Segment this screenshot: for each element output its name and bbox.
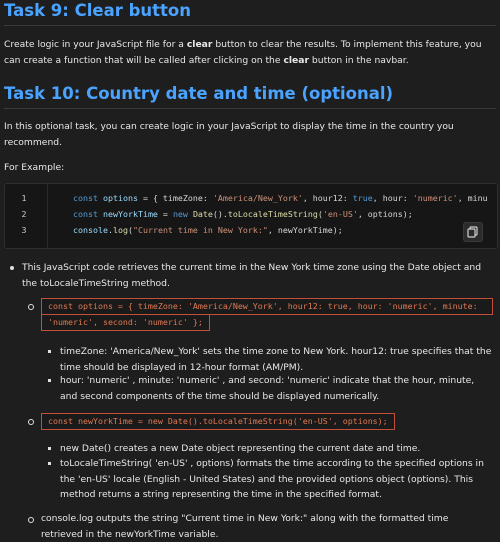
bullet-square bbox=[48, 462, 51, 465]
inline-code-options: const options = { timeZone: 'America/New… bbox=[41, 298, 493, 315]
explain-tolocale: toLocaleTimeString( 'en-US' , options) f… bbox=[60, 458, 484, 500]
bullet-square bbox=[48, 350, 51, 353]
explain-new-date: new Date() creates a new Date object rep… bbox=[60, 443, 421, 454]
bullet-square bbox=[48, 379, 51, 382]
explain-timezone: timeZone: 'America/New_York' sets the ti… bbox=[60, 346, 492, 373]
line-number: 3 bbox=[21, 225, 27, 235]
page: Task 9: Clear button Create logic in you… bbox=[0, 0, 500, 540]
clear-keyword: clear bbox=[283, 54, 310, 66]
bullet-ring bbox=[28, 419, 34, 425]
bullet-square bbox=[48, 447, 51, 450]
line-number: 1 bbox=[21, 193, 27, 203]
desc-text: Create logic in your JavaScript file for… bbox=[4, 39, 187, 50]
line-number: 2 bbox=[21, 209, 27, 219]
code-block: 1 2 3 const options = { timeZone: 'Ameri… bbox=[4, 183, 498, 249]
copy-icon bbox=[467, 226, 478, 238]
example-label: For Example: bbox=[4, 162, 65, 173]
copy-button[interactable] bbox=[463, 222, 483, 242]
bullet-ring bbox=[28, 304, 34, 310]
explain-hour: hour: 'numeric' , minute: 'numeric' , an… bbox=[60, 375, 475, 402]
bullet-ring bbox=[28, 517, 34, 523]
divider bbox=[4, 25, 496, 26]
line-gutter: 1 2 3 bbox=[5, 184, 48, 248]
explain-console: console.log outputs the string "Current … bbox=[41, 513, 449, 540]
inline-code-newyorktime: const newYorkTime = new Date().toLocaleT… bbox=[41, 413, 395, 430]
bullet-dot bbox=[10, 266, 14, 270]
explain-bullet-1: This JavaScript code retrieves the curre… bbox=[22, 262, 482, 289]
task9-title: Task 9: Clear button bbox=[4, 1, 192, 20]
task10-description: In this optional task, you can create lo… bbox=[4, 121, 454, 148]
code-line-1: const options = { timeZone: 'America/New… bbox=[73, 193, 488, 203]
code-line-3: console.log("Current time in New York:",… bbox=[73, 225, 343, 235]
task10-title: Task 10: Country date and time (optional… bbox=[4, 84, 394, 103]
code-line-2: const newYorkTime = new Date().toLocaleT… bbox=[73, 209, 413, 219]
desc-text: button in the navbar. bbox=[309, 54, 409, 66]
clear-keyword: clear bbox=[186, 39, 213, 50]
task9-description: Create logic in your JavaScript file for… bbox=[4, 37, 494, 68]
divider bbox=[4, 108, 496, 109]
inline-code-options-cont: 'numeric', second: 'numeric' }; bbox=[41, 315, 210, 331]
